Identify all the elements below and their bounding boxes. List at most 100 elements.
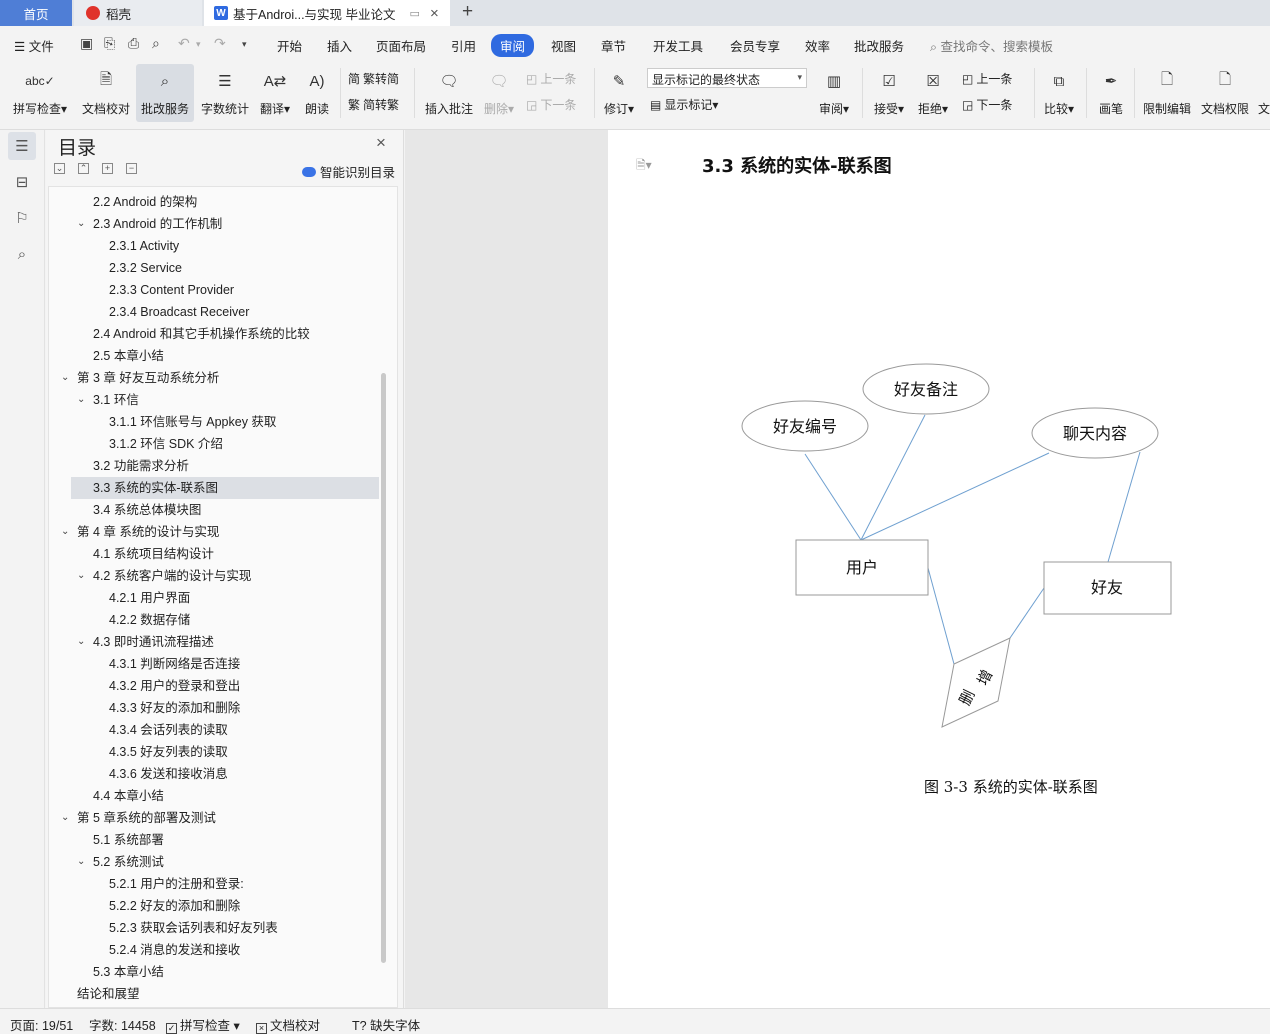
menu-page-layout[interactable]: 页面布局 [376, 36, 426, 55]
undo-icon[interactable]: ↶ [178, 35, 190, 52]
show-markup-button[interactable]: ▤ 显示标记 ▾ [650, 96, 718, 113]
chevron-down-icon[interactable]: ⌄ [61, 807, 69, 829]
chevron-down-icon[interactable]: ⌄ [77, 389, 85, 411]
toc-item[interactable]: 2.3.3 Content Provider [49, 279, 379, 301]
toc-item[interactable]: 2.3.4 Broadcast Receiver [49, 301, 379, 323]
markup-state-select[interactable]: 显示标记的最终状态 ▾ [647, 68, 807, 88]
command-search[interactable]: ⌕ 查找命令、搜索模板 [930, 36, 1053, 55]
chevron-down-icon[interactable]: ⌄ [77, 565, 85, 587]
toc-item[interactable]: 3.3 系统的实体-联系图 [71, 477, 379, 499]
toc-pane-icon[interactable]: ☰ [8, 132, 36, 160]
toc-item[interactable]: 4.1 系统项目结构设计 [49, 543, 379, 565]
toc-item[interactable]: 5.2.1 用户的注册和登录: [49, 873, 379, 895]
close-icon[interactable]: × [376, 133, 386, 153]
toc-item[interactable]: 3.1.2 环信 SDK 介绍 [49, 433, 379, 455]
toc-item[interactable]: 4.3.2 用户的登录和登出 [49, 675, 379, 697]
toc-item[interactable]: ⌄ 第 5 章系统的部署及测试 [49, 807, 379, 829]
print-icon[interactable]: ⎙ [128, 35, 139, 52]
chevron-down-icon[interactable]: ⌄ [61, 367, 69, 389]
read-aloud-button[interactable]: A) 朗读 [300, 64, 334, 122]
more-icon[interactable]: ▾ [242, 39, 247, 50]
collapse-all-icon[interactable]: − [126, 163, 137, 174]
menu-member[interactable]: 会员专享 [730, 36, 780, 55]
toc-item[interactable]: 4.3.5 好友列表的读取 [49, 741, 379, 763]
status-spellcheck[interactable]: ✓ 拼写检查 ▾ [166, 1015, 240, 1034]
to-traditional-button[interactable]: 繁简转繁 [348, 96, 399, 113]
chevron-down-icon[interactable]: ⌄ [77, 851, 85, 873]
spellcheck-button[interactable]: abc✓ 拼写检查▾ [10, 64, 70, 122]
restrict-edit-button[interactable]: 🗋 限制编辑 [1142, 64, 1192, 122]
pen-button[interactable]: ✒ 画笔 [1094, 64, 1128, 122]
toc-item[interactable]: ⌄ 5.2 系统测试 [49, 851, 379, 873]
collapse-up-icon[interactable]: ⌃ [78, 163, 89, 174]
toc-item[interactable]: 4.3.3 好友的添加和删除 [49, 697, 379, 719]
close-tab-icon[interactable]: × [430, 5, 439, 22]
toc-item[interactable]: 2.5 本章小结 [49, 345, 379, 367]
toc-item[interactable]: 5.1 系统部署 [49, 829, 379, 851]
reject-button[interactable]: ☒ 拒绝▾ [914, 64, 952, 122]
toc-item[interactable]: 5.2.3 获取会话列表和好友列表 [49, 917, 379, 939]
toc-item[interactable]: 4.2.2 数据存储 [49, 609, 379, 631]
delete-comment-button[interactable]: 🗨 删除▾ [480, 64, 518, 122]
toc-item[interactable]: 4.3.4 会话列表的读取 [49, 719, 379, 741]
prev-comment-button[interactable]: ◰ 上一条 [526, 70, 576, 87]
translate-button[interactable]: A⇄ 翻译▾ [256, 64, 294, 122]
preview-icon[interactable]: ⌕ [152, 35, 160, 52]
toc-item[interactable]: 3.2 功能需求分析 [49, 455, 379, 477]
chapter-nav-icon[interactable]: ⊟ [8, 168, 36, 196]
next-comment-button[interactable]: ◲ 下一条 [526, 96, 576, 113]
menu-chapter[interactable]: 章节 [601, 36, 626, 55]
expand-all-icon[interactable]: + [102, 163, 113, 174]
tab-document[interactable]: W 基于Androi...与实现 毕业论文 ▭ × [204, 0, 450, 26]
revise-button[interactable]: ✎ 修订▾ [600, 64, 638, 122]
overflow-button[interactable]: 文 [1258, 64, 1270, 122]
menu-reference[interactable]: 引用 [451, 36, 476, 55]
toc-item[interactable]: 结论和展望 [49, 983, 379, 1005]
tab-daoke[interactable]: 稻壳 [74, 0, 202, 26]
tab-home[interactable]: 首页 [0, 0, 72, 26]
toc-item[interactable]: 2.3.1 Activity [49, 235, 379, 257]
menu-efficiency[interactable]: 效率 [805, 36, 830, 55]
chevron-down-icon[interactable]: ⌄ [77, 213, 85, 235]
accept-button[interactable]: ☑ 接受▾ [870, 64, 908, 122]
menu-home[interactable]: 开始 [277, 36, 302, 55]
chevron-down-icon[interactable]: ⌄ [61, 521, 69, 543]
toc-item[interactable]: ⌄ 第 4 章 系统的设计与实现 [49, 521, 379, 543]
toc-item[interactable]: 5.2.2 好友的添加和删除 [49, 895, 379, 917]
toc-item[interactable]: ⌄ 3.1 环信 [49, 389, 379, 411]
toc-item[interactable]: ⌄ 4.3 即时通讯流程描述 [49, 631, 379, 653]
toc-item[interactable]: 4.3.6 发送和接收消息 [49, 763, 379, 785]
toc-item[interactable]: 5.2.4 消息的发送和接收 [49, 939, 379, 961]
to-simplified-button[interactable]: 简繁转简 [348, 70, 399, 87]
search-icon[interactable]: ⌕ [8, 240, 36, 268]
menu-insert[interactable]: 插入 [327, 36, 352, 55]
toc-item[interactable]: 2.2 Android 的架构 [49, 191, 379, 213]
toc-item[interactable]: 3.1.1 环信账号与 Appkey 获取 [49, 411, 379, 433]
undo-dropdown-icon[interactable]: ▾ [196, 39, 201, 50]
monitor-icon[interactable]: ▭ [410, 7, 420, 20]
new-tab-icon[interactable]: + [462, 0, 473, 26]
status-missing-font[interactable]: T? 缺失字体 [352, 1015, 420, 1034]
toc-item[interactable]: 4.2.1 用户界面 [49, 587, 379, 609]
word-count-indicator[interactable]: 字数: 14458 [89, 1015, 156, 1034]
toc-item[interactable]: 5.3 本章小结 [49, 961, 379, 983]
toc-item[interactable]: ⌄ 4.2 系统客户端的设计与实现 [49, 565, 379, 587]
menu-correction[interactable]: 批改服务 [854, 36, 904, 55]
export-icon[interactable]: ⎘ [104, 35, 115, 52]
bookmark-icon[interactable]: ⚐ [8, 204, 36, 232]
toc-item[interactable]: 2.4 Android 和其它手机操作系统的比较 [49, 323, 379, 345]
page-indicator[interactable]: 页面: 19/51 [10, 1015, 73, 1034]
toc-item[interactable]: ⌄ 2.3 Android 的工作机制 [49, 213, 379, 235]
redo-icon[interactable]: ↷ [214, 35, 226, 52]
prev-change-button[interactable]: ◰ 上一条 [962, 70, 1012, 87]
next-change-button[interactable]: ◲ 下一条 [962, 96, 1012, 113]
toc-item[interactable]: ⌄ 第 3 章 好友互动系统分析 [49, 367, 379, 389]
toc-item[interactable]: 4.4 本章小结 [49, 785, 379, 807]
word-count-button[interactable]: ☰ 字数统计 [198, 64, 252, 122]
collapse-down-icon[interactable]: ⌄ [54, 163, 65, 174]
status-proof[interactable]: × 文档校对 [256, 1015, 320, 1034]
doc-proof-button[interactable]: 🗎 文档校对 [79, 64, 133, 122]
toc-scrollbar[interactable] [381, 373, 386, 963]
doc-permission-button[interactable]: 🗋 文档权限 [1200, 64, 1250, 122]
menu-dev-tools[interactable]: 开发工具 [653, 36, 703, 55]
